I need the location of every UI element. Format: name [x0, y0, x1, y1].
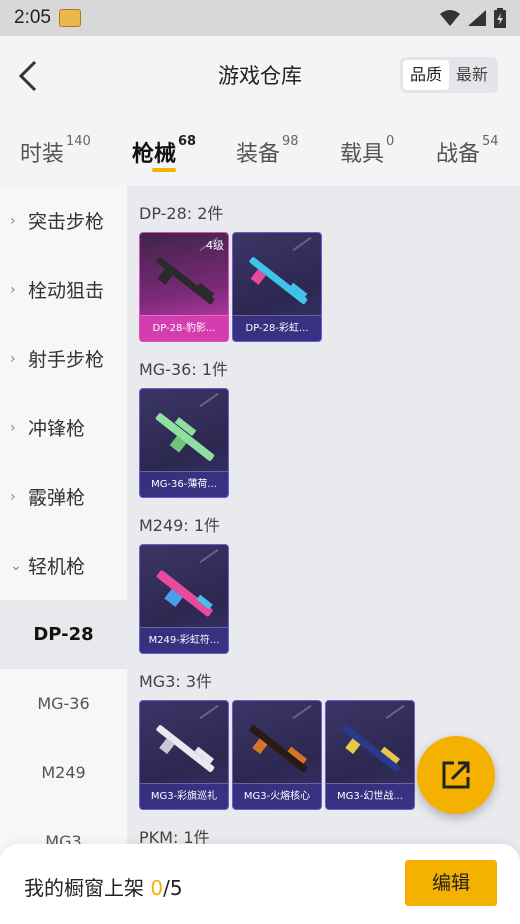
chevron-right-icon: › — [10, 350, 16, 367]
gun-icon — [249, 257, 308, 305]
gun-icon — [342, 725, 401, 773]
weapon-card[interactable]: MG-36-薄荷... — [139, 388, 229, 498]
chevron-right-icon: › — [10, 488, 16, 505]
sort-quality-button[interactable]: 品质 — [402, 60, 449, 90]
app-notification-icon — [58, 9, 81, 27]
share-export-icon — [442, 761, 470, 789]
status-time: 2:05 — [14, 7, 51, 28]
category-tabs: 时装140 枪械68 装备98 载具0 战备54 — [0, 116, 520, 186]
showcase-status: 我的橱窗上架 0/5 — [24, 876, 183, 900]
group-title-dp28: DP-28: 2件 — [139, 204, 224, 223]
edit-button[interactable]: 编辑 — [405, 860, 497, 906]
tab-supplies[interactable]: 战备54 — [436, 134, 499, 168]
weapon-category-sidebar: › 突击步枪 › 栓动狙击 › 射手步枪 › 冲锋枪 › 霰弹枪 ⌄ 轻机枪 DP-28 M… — [0, 186, 127, 866]
weapon-card[interactable]: M249-彩虹符... — [139, 544, 229, 654]
showcase-total: /5 — [163, 876, 183, 900]
share-button[interactable] — [417, 736, 495, 814]
battery-icon — [494, 8, 506, 28]
header: 游戏仓库 品质 最新 — [0, 36, 520, 116]
tab-vehicles[interactable]: 载具0 — [340, 134, 394, 168]
weapon-card[interactable]: 4级 DP-28-豹影... — [139, 232, 229, 342]
chevron-down-icon: ⌄ — [10, 557, 22, 574]
wifi-icon — [440, 10, 460, 26]
tab-firearms[interactable]: 枪械68 — [132, 134, 196, 168]
gun-icon — [156, 725, 215, 773]
gun-icon — [156, 570, 213, 617]
sidebar-item-m249[interactable]: M249 — [0, 738, 127, 807]
weapon-card-label: DP-28-彩虹... — [233, 315, 321, 341]
weapon-card[interactable]: MG3-火熔核心 — [232, 700, 322, 810]
category-shotgun[interactable]: › 霰弹枪 — [0, 462, 127, 531]
group-title-mg36: MG-36: 1件 — [139, 360, 228, 379]
signal-icon — [468, 10, 486, 26]
sidebar-item-dp28[interactable]: DP-28 — [0, 600, 127, 669]
gun-icon — [249, 725, 308, 773]
showcase-count: 0 — [150, 876, 164, 900]
weapon-card-label: DP-28-豹影... — [140, 315, 228, 341]
gun-icon — [155, 413, 215, 461]
weapon-card-label: MG3-幻世战... — [326, 783, 414, 809]
sidebar-item-mg36[interactable]: MG-36 — [0, 669, 127, 738]
category-bolt-sniper[interactable]: › 栓动狙击 — [0, 255, 127, 324]
chevron-right-icon: › — [10, 419, 16, 436]
category-lmg[interactable]: ⌄ 轻机枪 — [0, 531, 127, 600]
bottom-bar: 我的橱窗上架 0/5 编辑 — [0, 844, 520, 924]
gun-icon — [156, 257, 215, 305]
weapon-card-label: MG3-彩旗巡礼 — [140, 783, 228, 809]
group-title-mg3: MG3: 3件 — [139, 672, 213, 691]
weapon-card[interactable]: MG3-幻世战... — [325, 700, 415, 810]
category-smg[interactable]: › 冲锋枪 — [0, 393, 127, 462]
weapon-card-label: M249-彩虹符... — [140, 627, 228, 653]
group-title-m249: M249: 1件 — [139, 516, 221, 535]
sort-newest-button[interactable]: 最新 — [449, 60, 495, 90]
weapon-card-label: MG-36-薄荷... — [140, 471, 228, 497]
weapon-card[interactable]: DP-28-彩虹... — [232, 232, 322, 342]
status-bar: 2:05 — [0, 0, 520, 36]
category-marksman-rifle[interactable]: › 射手步枪 — [0, 324, 127, 393]
category-assault-rifle[interactable]: › 突击步枪 — [0, 186, 127, 255]
weapon-card[interactable]: MG3-彩旗巡礼 — [139, 700, 229, 810]
active-tab-indicator — [152, 168, 176, 172]
weapon-card-label: MG3-火熔核心 — [233, 783, 321, 809]
chevron-right-icon: › — [10, 212, 16, 229]
tab-equipment[interactable]: 装备98 — [236, 134, 299, 168]
sort-toggle: 品质 最新 — [399, 57, 498, 93]
chevron-right-icon: › — [10, 281, 16, 298]
tab-fashion[interactable]: 时装140 — [20, 134, 91, 168]
